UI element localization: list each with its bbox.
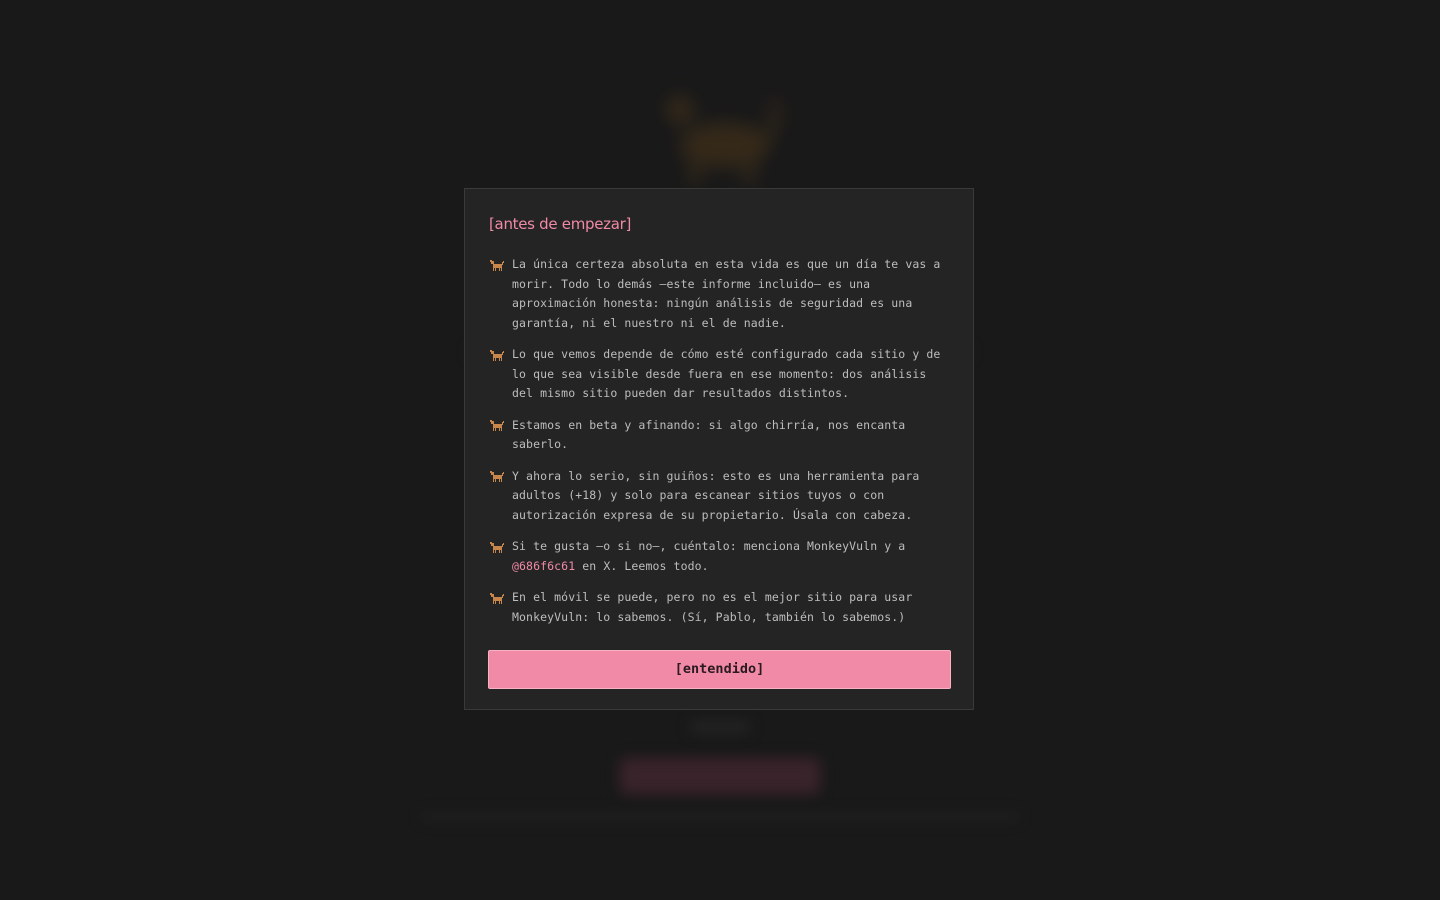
disclaimer-dialog: [antes de empezar] La única certeza abso… [464,188,974,710]
list-item: Estamos en beta y afinando: si algo chir… [488,416,950,455]
note-text: En el móvil se puede, pero no es el mejo… [512,590,913,624]
monkey-icon [488,417,512,436]
monkey-icon [488,256,512,275]
note-text-after: en X. Leemos todo. [575,558,709,573]
monkey-icon [488,538,512,557]
note-text: Lo que vemos depende de cómo esté config… [512,347,941,400]
x-handle-link[interactable]: @686f6c61 [512,559,575,573]
list-item: En el móvil se puede, pero no es el mejo… [488,588,950,627]
note-text: La única certeza absoluta en esta vida e… [512,257,941,330]
list-item: Lo que vemos depende de cómo esté config… [488,345,950,404]
note-text: Estamos en beta y afinando: si algo chir… [512,417,906,452]
list-item: Y ahora lo serio, sin guiños: esto es un… [488,467,950,526]
note-text: Si te gusta —o si no—, cuéntalo: mencion… [512,537,950,576]
monkey-icon [488,468,512,487]
understood-button[interactable]: [entendido] [488,650,951,689]
notes-list: La única certeza absoluta en esta vida e… [488,255,950,627]
note-text-before: Si te gusta —o si no—, cuéntalo: mencion… [512,539,906,553]
list-item: Si te gusta —o si no—, cuéntalo: mencion… [488,537,950,576]
monkey-icon [488,589,512,608]
monkey-icon [488,346,512,365]
note-text: Y ahora lo serio, sin guiños: esto es un… [512,468,920,522]
dialog-title: [antes de empezar] [489,215,632,233]
list-item: La única certeza absoluta en esta vida e… [488,255,950,333]
